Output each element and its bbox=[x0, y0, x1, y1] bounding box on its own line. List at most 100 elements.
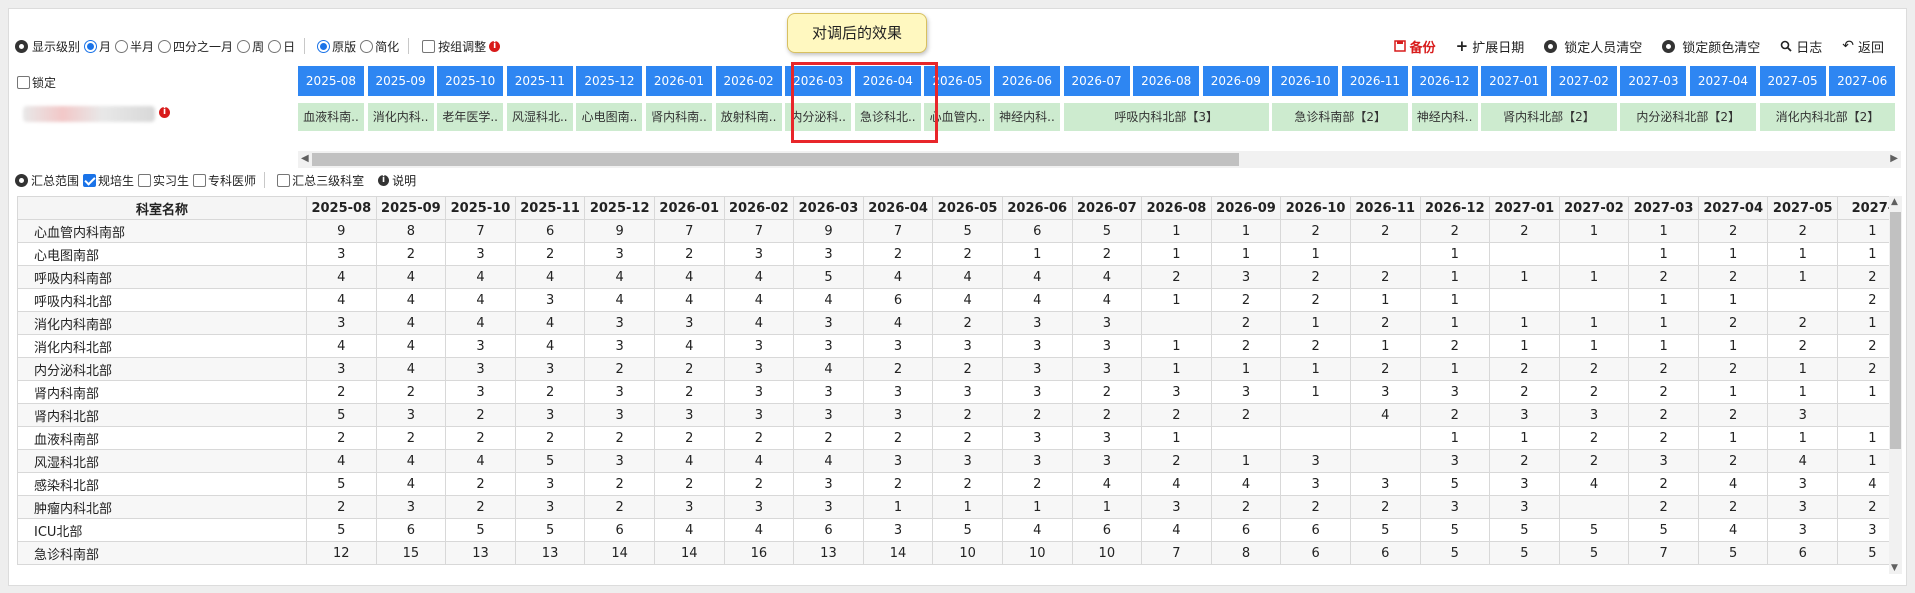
radio-half-month-label[interactable]: 半月 bbox=[130, 38, 154, 55]
scroll-thumb[interactable] bbox=[312, 153, 1239, 166]
count-cell[interactable]: 1 bbox=[1349, 288, 1421, 312]
count-cell[interactable]: 4 bbox=[1141, 518, 1212, 542]
back-label[interactable]: 返回 bbox=[1858, 37, 1884, 56]
month-chip[interactable]: 2026-12 bbox=[1411, 66, 1478, 96]
count-cell[interactable]: 7 bbox=[862, 219, 934, 243]
radio-half-month[interactable] bbox=[115, 39, 129, 53]
count-cell[interactable]: 2 bbox=[1767, 334, 1839, 358]
month-chip[interactable]: 2026-10 bbox=[1272, 66, 1339, 96]
column-header-month[interactable]: 2027-02 bbox=[1558, 196, 1630, 220]
count-cell[interactable]: 3 bbox=[514, 403, 586, 427]
count-cell[interactable]: 2 bbox=[1071, 242, 1143, 266]
department-name-cell[interactable]: 肿瘤内科北部 bbox=[17, 495, 307, 519]
count-cell[interactable]: 1 bbox=[1419, 265, 1491, 289]
horizontal-scrollbar[interactable]: ◀ ▶ bbox=[298, 151, 1901, 168]
count-cell[interactable]: 2 bbox=[862, 426, 934, 450]
count-cell[interactable]: 4 bbox=[1071, 265, 1143, 289]
count-cell[interactable]: 2 bbox=[1697, 311, 1769, 335]
count-cell[interactable]: 1 bbox=[1558, 334, 1630, 358]
count-cell[interactable]: 1 bbox=[1558, 311, 1630, 335]
count-cell[interactable]: 3 bbox=[375, 403, 447, 427]
count-cell[interactable]: 2 bbox=[1071, 403, 1143, 427]
count-cell[interactable]: 5 bbox=[1558, 518, 1630, 542]
count-cell[interactable]: 3 bbox=[793, 495, 864, 519]
column-header-month[interactable]: 2027-01 bbox=[1489, 196, 1560, 220]
department-chip[interactable]: 神经内科.. bbox=[1411, 103, 1478, 131]
count-cell[interactable]: 3 bbox=[723, 403, 795, 427]
count-cell[interactable]: 2 bbox=[375, 380, 447, 404]
count-cell[interactable]: 1 bbox=[1210, 242, 1282, 266]
count-cell[interactable]: 4 bbox=[375, 265, 447, 289]
count-cell[interactable]: 2 bbox=[1210, 403, 1282, 427]
count-cell[interactable]: 2 bbox=[1280, 265, 1351, 289]
count-cell[interactable]: 2 bbox=[1558, 380, 1630, 404]
count-cell[interactable]: 2 bbox=[1697, 403, 1769, 427]
department-name-cell[interactable]: 呼吸内科北部 bbox=[17, 288, 307, 312]
count-cell[interactable]: 6 bbox=[862, 288, 934, 312]
table-row[interactable]: 心血管内科南部 9 8 7 6 9 7 7 9 7 5 6 5 1 1 2 2 2 2 1 1 2 2 1 bbox=[17, 219, 1902, 243]
count-cell[interactable]: 2 bbox=[653, 380, 725, 404]
count-cell[interactable]: 2 bbox=[1628, 265, 1699, 289]
count-cell[interactable]: 2 bbox=[306, 495, 377, 519]
count-cell[interactable]: 1 bbox=[1349, 334, 1421, 358]
department-name-cell[interactable]: 肾内科南部 bbox=[17, 380, 307, 404]
column-header-month[interactable]: 2025-10 bbox=[445, 196, 516, 220]
count-cell[interactable]: 2 bbox=[514, 426, 586, 450]
department-chip[interactable]: 内分泌科北部【2】 bbox=[1620, 103, 1756, 131]
count-cell[interactable]: 6 bbox=[1767, 541, 1839, 565]
count-cell[interactable]: 13 bbox=[793, 541, 864, 565]
count-cell[interactable]: 2 bbox=[1489, 380, 1560, 404]
count-cell[interactable]: 2 bbox=[1280, 288, 1351, 312]
count-cell[interactable]: 2 bbox=[1628, 472, 1699, 496]
month-chip[interactable]: 2026-09 bbox=[1202, 66, 1269, 96]
count-cell[interactable]: 1 bbox=[1141, 288, 1212, 312]
count-cell[interactable]: 4 bbox=[514, 265, 586, 289]
column-header-month[interactable]: 2025-11 bbox=[514, 196, 586, 220]
department-name-cell[interactable]: 消化内科北部 bbox=[17, 334, 307, 358]
department-name-cell[interactable]: 血液科南部 bbox=[17, 426, 307, 450]
count-cell[interactable]: 4 bbox=[375, 334, 447, 358]
count-cell[interactable]: 5 bbox=[1628, 518, 1699, 542]
count-cell[interactable]: 2 bbox=[1280, 495, 1351, 519]
count-cell[interactable]: 2 bbox=[932, 242, 1003, 266]
count-cell[interactable]: 5 bbox=[1071, 219, 1143, 243]
count-cell[interactable]: 4 bbox=[1001, 265, 1073, 289]
count-cell[interactable]: 3 bbox=[793, 311, 864, 335]
count-cell[interactable]: 3 bbox=[1141, 495, 1212, 519]
count-cell[interactable]: 2 bbox=[514, 242, 586, 266]
count-cell[interactable]: 3 bbox=[1489, 495, 1560, 519]
count-cell[interactable]: 7 bbox=[723, 219, 795, 243]
count-cell[interactable]: 14 bbox=[653, 541, 725, 565]
count-cell[interactable]: 5 bbox=[514, 518, 586, 542]
count-cell[interactable]: 4 bbox=[1558, 472, 1630, 496]
count-cell[interactable]: 5 bbox=[306, 472, 377, 496]
scroll-right-icon[interactable]: ▶ bbox=[1890, 153, 1898, 164]
count-cell[interactable]: 1 bbox=[1628, 219, 1699, 243]
trainee-label-specialist[interactable]: 专科医师 bbox=[208, 172, 256, 189]
count-cell[interactable]: 1 bbox=[862, 495, 934, 519]
count-cell[interactable]: 2 bbox=[1697, 265, 1769, 289]
count-cell[interactable]: 1 bbox=[1697, 334, 1769, 358]
count-cell[interactable]: 4 bbox=[653, 518, 725, 542]
count-cell[interactable]: 4 bbox=[1071, 288, 1143, 312]
count-cell[interactable]: 9 bbox=[584, 219, 655, 243]
count-cell[interactable]: 3 bbox=[862, 403, 934, 427]
column-header-month[interactable]: 2026-11 bbox=[1349, 196, 1421, 220]
count-cell[interactable]: 2 bbox=[1141, 403, 1212, 427]
back-button[interactable]: ↶ 返回 bbox=[1842, 37, 1884, 56]
count-cell[interactable]: 1 bbox=[1280, 357, 1351, 381]
count-cell[interactable]: 3 bbox=[445, 380, 516, 404]
extend-date-label[interactable]: 扩展日期 bbox=[1472, 37, 1524, 56]
count-cell[interactable]: 4 bbox=[862, 265, 934, 289]
count-cell[interactable]: 3 bbox=[1349, 380, 1421, 404]
count-cell[interactable]: 2 bbox=[375, 426, 447, 450]
count-cell[interactable]: 3 bbox=[1210, 265, 1282, 289]
count-cell[interactable]: 2 bbox=[584, 426, 655, 450]
month-chip[interactable]: 2026-07 bbox=[1063, 66, 1130, 96]
count-cell[interactable]: 2 bbox=[445, 426, 516, 450]
count-cell[interactable]: 3 bbox=[1141, 380, 1212, 404]
count-cell[interactable] bbox=[1280, 403, 1351, 427]
count-cell[interactable] bbox=[1280, 426, 1351, 450]
count-cell[interactable]: 3 bbox=[584, 403, 655, 427]
count-cell[interactable]: 6 bbox=[793, 518, 864, 542]
